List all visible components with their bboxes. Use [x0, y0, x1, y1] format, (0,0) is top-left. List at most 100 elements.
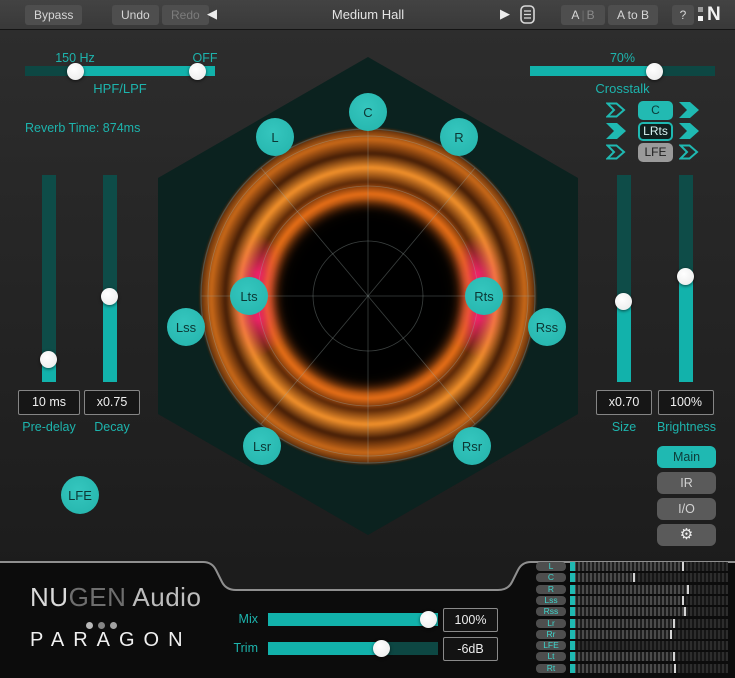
meter-channel-label: LFE: [536, 641, 566, 650]
brightness-value[interactable]: 100%: [658, 390, 714, 415]
trim-handle[interactable]: [373, 640, 390, 657]
nugen-logo-letter: N: [707, 4, 721, 26]
preset-name[interactable]: Medium Hall: [288, 0, 448, 30]
ab-separator: |: [579, 8, 586, 22]
preset-list-icon[interactable]: [520, 5, 536, 25]
mix-handle[interactable]: [420, 611, 437, 628]
pre-delay-value[interactable]: 10 ms: [18, 390, 80, 415]
meter-channel-label: Lss: [536, 596, 566, 605]
trim-value[interactable]: -6dB: [443, 637, 498, 661]
routing-button-lrts[interactable]: LRts: [638, 122, 673, 141]
meter-panel: LCRLssRssLrRrLFELtRt: [530, 562, 735, 678]
pre-delay-label: Pre-delay: [14, 420, 84, 434]
meter-bar: [570, 585, 728, 594]
meter-channel-label: Lt: [536, 652, 566, 661]
meter-level-fill: [570, 619, 575, 628]
meter-level-fill: [570, 664, 575, 673]
tab-main[interactable]: Main: [657, 446, 716, 468]
channel-node-r[interactable]: R: [440, 118, 478, 156]
mix-slider[interactable]: [268, 613, 438, 626]
meter-row: Rss: [530, 607, 735, 617]
lpf-handle[interactable]: [189, 63, 206, 80]
trim-slider[interactable]: [268, 642, 438, 655]
meter-row: Lt: [530, 652, 735, 662]
channel-node-rsr[interactable]: Rsr: [453, 427, 491, 465]
meter-channel-label: R: [536, 585, 566, 594]
size-value[interactable]: x0.70: [596, 390, 652, 415]
crosstalk-label: Crosstalk: [530, 81, 715, 96]
meter-bar: [570, 630, 728, 639]
undo-button[interactable]: Undo: [112, 5, 159, 25]
redo-button[interactable]: Redo: [162, 5, 209, 25]
hpf-handle[interactable]: [67, 63, 84, 80]
channel-node-rss[interactable]: Rss: [528, 308, 566, 346]
meter-channel-label: Rss: [536, 607, 566, 616]
lpf-value: OFF: [185, 51, 225, 65]
node-label: Rts: [474, 289, 494, 304]
meter-row: LFE: [530, 641, 735, 651]
route-out-lfe-chevron-icon[interactable]: [679, 144, 699, 160]
help-button[interactable]: ?: [672, 5, 694, 25]
previous-preset-icon[interactable]: ◀: [207, 6, 217, 22]
tab-io[interactable]: I/O: [657, 498, 716, 520]
route-out-lrts-chevron-icon[interactable]: [679, 123, 699, 139]
meter-level-fill: [570, 562, 575, 571]
wordmark-nu: NU: [30, 582, 69, 612]
channel-node-lsr[interactable]: Lsr: [243, 427, 281, 465]
paragon-plugin-window: C L R Lts Rts Lss Rss Lsr Rsr LFE Bypass…: [0, 0, 735, 678]
channel-node-rts[interactable]: Rts: [465, 277, 503, 315]
meter-bar: [570, 664, 728, 673]
route-in-c-chevron-icon[interactable]: [606, 102, 626, 118]
meter-bar: [570, 619, 728, 628]
bypass-button[interactable]: Bypass: [25, 5, 82, 25]
decay-label: Decay: [84, 420, 140, 434]
gear-icon: ⚙: [680, 526, 693, 543]
a-to-b-button[interactable]: A to B: [608, 5, 658, 25]
next-preset-icon[interactable]: ▶: [500, 6, 510, 22]
size-handle[interactable]: [615, 293, 632, 310]
crosstalk-slider[interactable]: [530, 66, 715, 76]
channel-node-c[interactable]: C: [349, 93, 387, 131]
decay-value[interactable]: x0.75: [84, 390, 140, 415]
product-name: PARAGON: [30, 629, 192, 652]
crosstalk-value: 70%: [530, 51, 715, 65]
meter-level-fill: [570, 607, 575, 616]
size-slider[interactable]: [617, 175, 631, 382]
mix-value[interactable]: 100%: [443, 608, 498, 632]
node-label: Rsr: [462, 439, 482, 454]
meter-peak-marker: [670, 630, 672, 639]
meter-row: Rt: [530, 664, 735, 674]
brightness-handle[interactable]: [677, 268, 694, 285]
node-label: R: [454, 130, 463, 145]
route-out-c-chevron-icon[interactable]: [679, 102, 699, 118]
channel-node-lts[interactable]: Lts: [230, 277, 268, 315]
routing-button-c[interactable]: C: [638, 101, 673, 120]
brightness-label: Brightness: [644, 420, 729, 434]
decay-slider[interactable]: [103, 175, 117, 382]
pre-delay-handle[interactable]: [40, 351, 57, 368]
meter-level-fill: [570, 641, 575, 650]
channel-node-lfe[interactable]: LFE: [61, 476, 99, 514]
hpf-lpf-slider[interactable]: [25, 66, 215, 76]
node-label: Lsr: [253, 439, 271, 454]
meter-channel-label: L: [536, 562, 566, 571]
route-in-lfe-chevron-icon[interactable]: [606, 144, 626, 160]
meter-peak-marker: [673, 619, 675, 628]
meter-row: R: [530, 585, 735, 595]
ab-compare-button[interactable]: A|B: [561, 5, 605, 25]
route-in-lrts-chevron-icon[interactable]: [606, 123, 626, 139]
channel-node-lss[interactable]: Lss: [167, 308, 205, 346]
crosstalk-handle[interactable]: [646, 63, 663, 80]
meter-row: C: [530, 573, 735, 583]
meter-peak-marker: [674, 664, 676, 673]
settings-button[interactable]: ⚙: [657, 524, 716, 546]
channel-node-l[interactable]: L: [256, 118, 294, 156]
meter-bar: [570, 596, 728, 605]
decay-handle[interactable]: [101, 288, 118, 305]
routing-button-lfe[interactable]: LFE: [638, 143, 673, 162]
node-label: Lss: [176, 320, 196, 335]
meter-peak-marker: [682, 596, 684, 605]
tab-ir[interactable]: IR: [657, 472, 716, 494]
meter-bar: [570, 607, 728, 616]
node-label: Lts: [240, 289, 257, 304]
